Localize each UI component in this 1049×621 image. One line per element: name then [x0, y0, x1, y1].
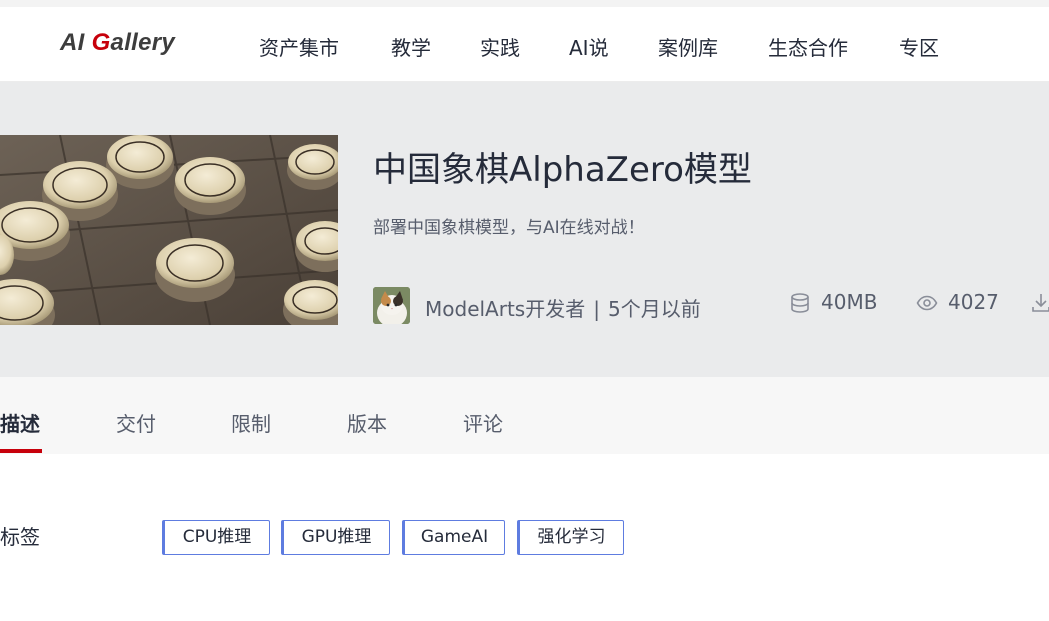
meta-separator: |: [593, 297, 600, 321]
nav-item-practice[interactable]: 实践: [480, 32, 520, 61]
nav-item-ecosystem[interactable]: 生态合作: [768, 32, 848, 61]
browser-top-strip: [0, 0, 1049, 7]
tags-label: 标签: [0, 525, 40, 549]
tag-gpu-inference[interactable]: GPU推理: [281, 520, 390, 555]
eye-icon: [916, 292, 938, 314]
tab-delivery[interactable]: 交付: [116, 408, 156, 437]
download-icon[interactable]: [1030, 292, 1049, 314]
tag-game-ai[interactable]: GameAI: [402, 520, 505, 555]
tab-versions[interactable]: 版本: [347, 408, 387, 437]
tab-restrictions[interactable]: 限制: [231, 408, 271, 437]
nav-item-case-library[interactable]: 案例库: [658, 32, 718, 61]
nav-item-ai-talk[interactable]: AI说: [569, 32, 609, 61]
tab-description[interactable]: 描述: [0, 408, 40, 437]
nav-item-zone[interactable]: 专区: [899, 32, 939, 61]
tab-comments[interactable]: 评论: [463, 408, 503, 437]
author-avatar[interactable]: [373, 287, 410, 324]
view-count: 4027: [948, 290, 999, 314]
asset-title: 中国象棋AlphaZero模型: [373, 150, 752, 190]
detail-tabs: 描述 交付 限制 版本 评论: [0, 377, 1049, 454]
author-name[interactable]: ModelArts开发者: [425, 297, 585, 321]
tag-cpu-inference[interactable]: CPU推理: [162, 520, 270, 555]
active-tab-indicator: [0, 449, 42, 453]
chinese-chess-cover-image: [0, 135, 338, 325]
asset-size: 40MB: [821, 290, 878, 314]
updated-time: 5个月以前: [607, 297, 701, 321]
tag-reinforcement-learning[interactable]: 强化学习: [517, 520, 624, 555]
asset-subtitle: 部署中国象棋模型，与AI在线对战！: [373, 218, 645, 238]
top-navbar: AI Gallery 资产集市 教学 实践 AI说 案例库 生态合作 专区: [0, 7, 1049, 82]
asset-hero: 中国象棋AlphaZero模型 部署中国象棋模型，与AI在线对战！ ModelA…: [0, 82, 1049, 377]
database-icon: [789, 292, 811, 314]
nav-item-teaching[interactable]: 教学: [391, 32, 431, 61]
author-and-updated: ModelArts开发者 | 5个月以前: [425, 293, 701, 322]
ai-gallery-logo[interactable]: AI Gallery: [60, 29, 175, 57]
nav-item-asset-market[interactable]: 资产集市: [259, 32, 339, 61]
